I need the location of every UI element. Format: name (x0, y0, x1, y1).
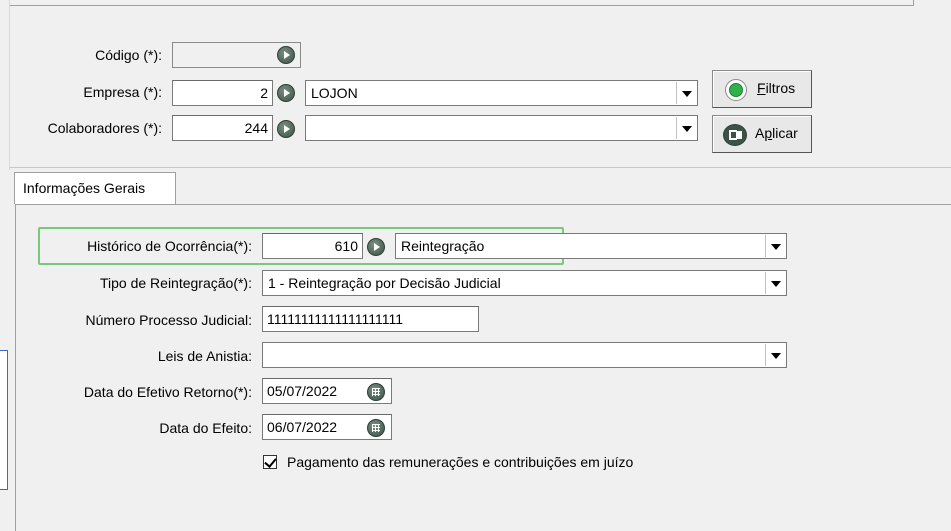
processo-judicial-label: Número Processo Judicial: (85, 312, 252, 328)
processo-judicial-field[interactable]: 11111111111111111111 (262, 306, 479, 332)
header-separator (10, 167, 951, 168)
historico-code-field[interactable]: 610 (262, 233, 363, 259)
colaboradores-code-field[interactable]: 244 (172, 115, 273, 141)
historico-label: Histórico de Ocorrência(*): (87, 238, 252, 254)
codigo-lookup-icon[interactable] (277, 46, 295, 64)
historico-lookup-icon[interactable] (367, 238, 385, 256)
empresa-code-field[interactable]: 2 (172, 80, 273, 106)
aplicar-icon (723, 124, 747, 146)
data-efeito-calendar-icon[interactable] (367, 419, 385, 437)
empresa-combo-value: LOJON (311, 85, 358, 101)
empresa-lookup-icon[interactable] (277, 84, 295, 102)
empresa-combo[interactable]: LOJON (305, 80, 698, 106)
empresa-dropdown-arrow-icon[interactable] (676, 82, 696, 104)
colaboradores-lookup-icon[interactable] (277, 120, 295, 138)
aplicar-button-label: Aplicar (755, 125, 798, 141)
pagamento-juizo-checkbox[interactable] (263, 455, 277, 469)
leis-anistia-label: Leis de Anistia: (157, 348, 252, 364)
tipo-reintegracao-dropdown-arrow-icon[interactable] (765, 272, 785, 294)
empresa-label: Empresa (*): (83, 84, 162, 100)
leis-anistia-dropdown-arrow-icon[interactable] (765, 344, 785, 366)
data-efeito-label: Data do Efeito: (159, 420, 252, 436)
window-top-border (10, 0, 914, 6)
colaboradores-label: Colaboradores (*): (47, 120, 162, 136)
codigo-label: Código (*): (95, 47, 162, 63)
filtros-icon (725, 79, 747, 101)
tipo-reintegracao-label: Tipo de Reintegração(*): (99, 275, 252, 291)
filtros-button-label: Filtros (757, 80, 796, 96)
colaboradores-combo[interactable] (305, 115, 698, 141)
tipo-reintegracao-combo[interactable]: 1 - Reintegração por Decisão Judicial (262, 270, 787, 296)
leis-anistia-combo[interactable] (262, 342, 787, 368)
data-retorno-calendar-icon[interactable] (367, 383, 385, 401)
pagamento-juizo-label: Pagamento das remunerações e contribuiçõ… (287, 454, 634, 470)
colaboradores-dropdown-arrow-icon[interactable] (676, 117, 696, 139)
tab-informacoes-gerais[interactable]: Informações Gerais (14, 172, 176, 204)
data-retorno-label: Data do Efetivo Retorno(*): (83, 384, 252, 400)
tipo-reintegracao-value: 1 - Reintegração por Decisão Judicial (268, 275, 501, 291)
historico-combo-value: Reintegração (401, 238, 485, 254)
aplicar-button[interactable]: Aplicar (712, 115, 812, 153)
filtros-button[interactable]: Filtros (712, 70, 812, 108)
historico-dropdown-arrow-icon[interactable] (765, 235, 785, 257)
window-left-border (9, 0, 10, 170)
historico-combo[interactable]: Reintegração (395, 233, 787, 259)
side-scroll-strip[interactable] (0, 350, 8, 490)
